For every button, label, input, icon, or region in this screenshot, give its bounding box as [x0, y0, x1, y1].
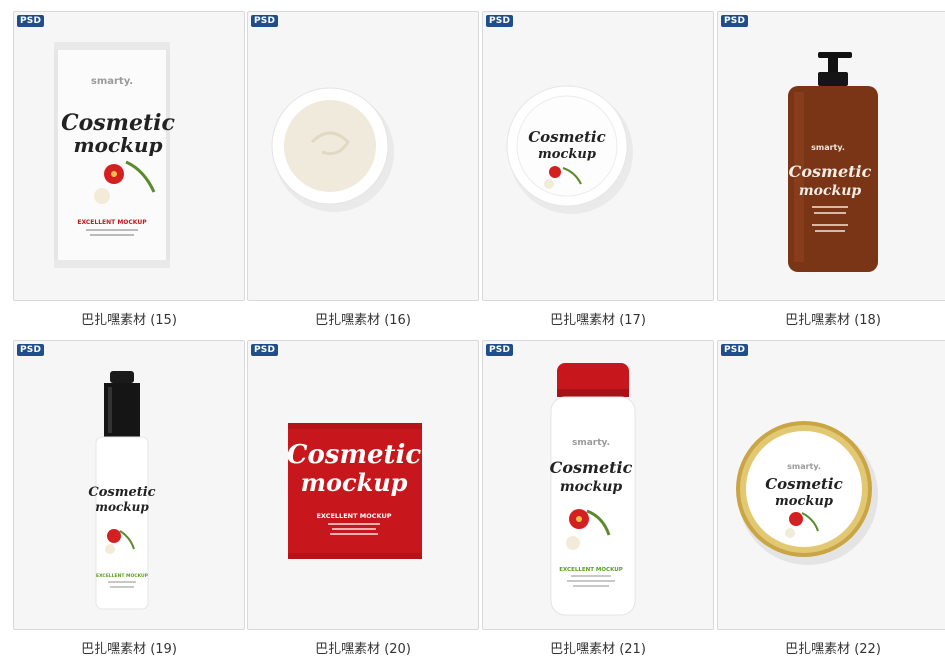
cream-jar-open-mockup-icon [271, 87, 394, 212]
file-name[interactable]: 巴扎嘿素材 (21) [482, 638, 714, 657]
svg-text:mockup: mockup [301, 468, 408, 497]
file-tile[interactable]: smarty. Cosmetic mockup EXCELLENT MOCKUP… [13, 11, 245, 301]
shampoo-bottle-mockup-icon: smarty. Cosmetic mockup EXCELLENT MOCKUP [550, 363, 636, 616]
file-name[interactable]: 巴扎嘿素材 (15) [13, 309, 245, 328]
svg-text:Cosmetic: Cosmetic [88, 485, 155, 500]
svg-text:mockup: mockup [775, 494, 833, 509]
svg-text:mockup: mockup [560, 479, 623, 495]
svg-text:smarty.: smarty. [787, 462, 821, 471]
cream-jar-lid-mockup-icon: Cosmetic mockup [506, 85, 633, 214]
svg-text:mockup: mockup [538, 147, 596, 162]
file-tile[interactable]: smarty. Cosmetic mockup PSD [717, 11, 945, 301]
psd-badge: PSD [486, 344, 514, 356]
file-tile[interactable]: Cosmetic mockup EXCELLENT MOCKUP PSD [247, 340, 479, 630]
file-grid: smarty. Cosmetic mockup EXCELLENT MOCKUP… [0, 0, 945, 664]
svg-text:Cosmetic: Cosmetic [550, 458, 633, 477]
svg-text:smarty.: smarty. [811, 143, 845, 152]
svg-text:Cosmetic: Cosmetic [789, 162, 872, 181]
svg-text:EXCELLENT MOCKUP: EXCELLENT MOCKUP [316, 512, 391, 520]
svg-text:Cosmetic: Cosmetic [528, 128, 606, 146]
psd-badge: PSD [251, 344, 279, 356]
file-name[interactable]: 巴扎嘿素材 (20) [247, 638, 479, 657]
file-name[interactable]: 巴扎嘿素材 (18) [717, 309, 945, 328]
psd-badge: PSD [721, 344, 749, 356]
file-name[interactable]: 巴扎嘿素材 (19) [13, 638, 245, 657]
psd-badge: PSD [486, 15, 514, 27]
psd-badge: PSD [721, 15, 749, 27]
svg-text:EXCELLENT MOCKUP: EXCELLENT MOCKUP [77, 219, 147, 226]
psd-badge: PSD [17, 15, 45, 27]
svg-text:mockup: mockup [95, 500, 149, 514]
svg-text:EXCELLENT MOCKUP: EXCELLENT MOCKUP [559, 567, 622, 573]
file-tile[interactable]: smarty. Cosmetic mockup EXCELLENT MOCKUP… [482, 340, 714, 630]
file-name[interactable]: 巴扎嘿素材 (16) [247, 309, 479, 328]
svg-text:mockup: mockup [799, 183, 862, 199]
svg-text:mockup: mockup [73, 133, 162, 157]
psd-badge: PSD [251, 15, 279, 27]
file-tile[interactable]: Cosmetic mockup EXCELLENT MOCKUP PSD [13, 340, 245, 630]
sachet-red-mockup-icon: Cosmetic mockup EXCELLENT MOCKUP [287, 423, 422, 559]
file-tile[interactable]: PSD [247, 11, 479, 301]
svg-text:smarty.: smarty. [572, 438, 610, 448]
svg-text:Cosmetic: Cosmetic [765, 475, 843, 493]
file-tile[interactable]: smarty. Cosmetic mockup PSD [717, 340, 945, 630]
spray-bottle-mockup-icon: Cosmetic mockup EXCELLENT MOCKUP [88, 371, 156, 610]
gold-tin-mockup-icon: smarty. Cosmetic mockup [736, 421, 878, 565]
svg-text:smarty.: smarty. [91, 76, 133, 87]
pump-bottle-amber-mockup-icon: smarty. Cosmetic mockup [788, 52, 878, 272]
psd-badge: PSD [17, 344, 45, 356]
sachet-white-mockup-icon: smarty. Cosmetic mockup EXCELLENT MOCKUP [54, 42, 175, 268]
file-name[interactable]: 巴扎嘿素材 (17) [482, 309, 714, 328]
svg-text:Cosmetic: Cosmetic [287, 440, 422, 470]
svg-text:EXCELLENT MOCKUP: EXCELLENT MOCKUP [96, 573, 149, 579]
file-tile[interactable]: Cosmetic mockup PSD [482, 11, 714, 301]
file-name[interactable]: 巴扎嘿素材 (22) [717, 638, 945, 657]
